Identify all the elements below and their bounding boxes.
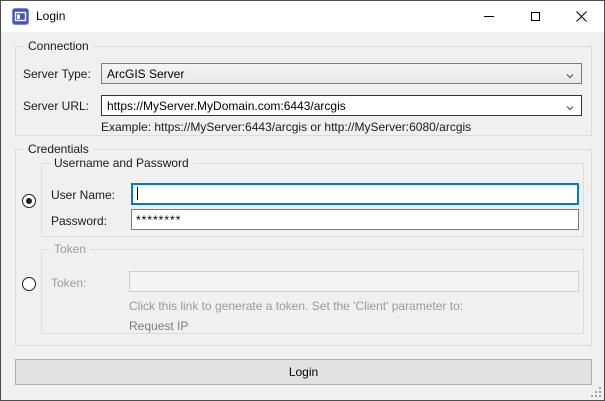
token-radio[interactable] (22, 277, 36, 291)
credentials-legend: Credentials (24, 142, 93, 156)
password-label: Password: (51, 214, 107, 228)
token-legend: Token (50, 242, 90, 256)
title-bar[interactable]: Login (1, 1, 604, 32)
window-title: Login (36, 9, 65, 23)
minimize-button[interactable] (466, 1, 512, 32)
server-type-label: Server Type: (23, 67, 91, 81)
chevron-down-icon (566, 104, 574, 112)
login-button-label: Login (289, 365, 318, 379)
token-label: Token: (51, 276, 86, 290)
password-input[interactable] (131, 209, 579, 230)
close-button[interactable] (558, 1, 604, 32)
login-button[interactable]: Login (15, 359, 592, 385)
token-hint: Click this link to generate a token. Set… (129, 299, 463, 313)
server-type-dropdown[interactable]: ArcGIS Server (101, 63, 582, 84)
maximize-button[interactable] (512, 1, 558, 32)
username-password-radio[interactable] (22, 194, 36, 208)
server-url-example: Example: https://MyServer:6443/arcgis or… (101, 120, 471, 134)
server-type-value: ArcGIS Server (107, 67, 184, 81)
server-url-label: Server URL: (23, 99, 89, 113)
maximize-icon (531, 12, 540, 21)
text-caret (137, 187, 138, 200)
resize-grip[interactable] (590, 386, 601, 397)
token-input (129, 271, 579, 292)
login-dialog: Login Connection Server Type: ArcGIS Ser… (0, 0, 605, 401)
server-url-combobox[interactable]: https://MyServer.MyDomain.com:6443/arcgi… (101, 95, 582, 116)
app-window-icon (12, 8, 29, 25)
user-name-label: User Name: (51, 188, 115, 202)
close-icon (576, 11, 587, 22)
username-password-legend: Username and Password (50, 156, 193, 170)
server-url-value: https://MyServer.MyDomain.com:6443/arcgi… (107, 99, 346, 113)
request-ip-link[interactable]: Request IP (129, 319, 188, 333)
user-name-input[interactable] (131, 183, 579, 205)
connection-legend: Connection (24, 39, 93, 53)
minimize-icon (484, 16, 494, 17)
chevron-down-icon (566, 72, 574, 80)
